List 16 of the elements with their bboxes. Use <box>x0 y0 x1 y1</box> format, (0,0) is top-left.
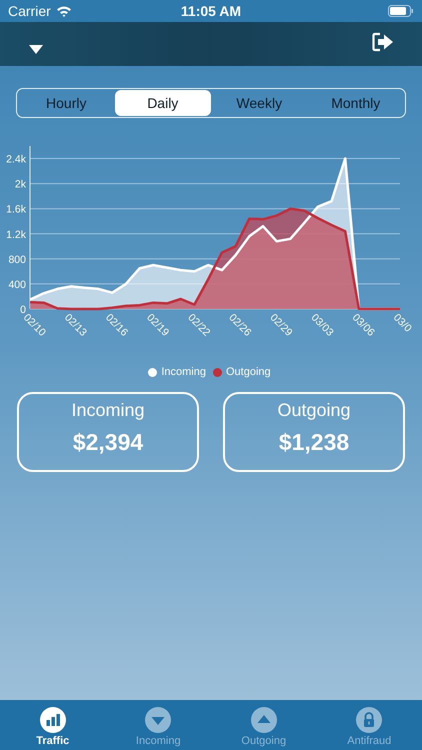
legend-label: Incoming <box>161 366 206 378</box>
y-tick-label: 800 <box>8 254 26 266</box>
card-title: Outgoing <box>277 400 351 421</box>
y-tick-label: 0 <box>20 304 26 316</box>
y-tick-label: 1.2k <box>6 228 26 241</box>
legend-label: Outgoing <box>226 366 271 378</box>
y-tick-label: 400 <box>8 278 26 291</box>
card-amount: $2,394 <box>72 429 144 456</box>
y-tick-label: 2k <box>14 178 26 191</box>
card-title: Incoming <box>71 400 145 421</box>
clock-label: 11:05 AM <box>180 3 242 19</box>
y-tick-label: 2.4k <box>6 154 26 166</box>
y-tick-label: 1.6k <box>6 204 26 216</box>
x-tick-label: 03/0 <box>390 312 414 335</box>
carrier-label: Carrier <box>8 3 51 19</box>
card-amount: $1,238 <box>278 429 350 456</box>
